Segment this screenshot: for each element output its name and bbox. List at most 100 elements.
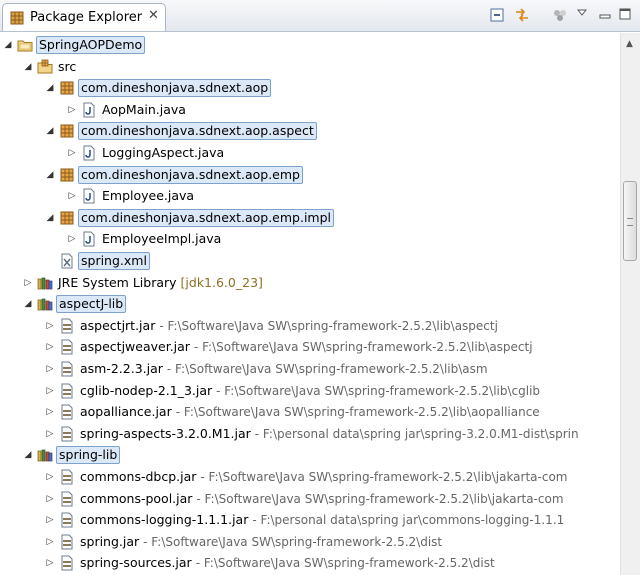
collapsed-twistie-icon[interactable]: ▷	[45, 536, 55, 548]
scrollbar-thumb[interactable]	[623, 181, 637, 261]
item-name: com.dineshonjava.sdnext.aop.emp.impl	[81, 209, 332, 225]
tree-item[interactable]: ▷ spring-aspects-3.2.0.M1.jar - F:\person…	[0, 423, 620, 445]
expanded-twistie-icon[interactable]: ◢	[45, 212, 55, 224]
maximize-icon[interactable]	[618, 7, 632, 24]
tree-item[interactable]: ▷ asm-2.2.3.jar - F:\Software\Java SW\spr…	[0, 358, 620, 380]
collapsed-twistie-icon[interactable]: ▷	[67, 147, 77, 159]
tree-item-label: EmployeeImpl.java	[100, 230, 223, 248]
filters-icon[interactable]	[552, 7, 568, 26]
jar-path: - F:\Software\Java SW\spring-framework-2…	[196, 491, 564, 506]
minimize-icon[interactable]	[598, 7, 612, 24]
collapsed-twistie-icon[interactable]: ▷	[45, 493, 55, 505]
expanded-twistie-icon[interactable]: ◢	[45, 125, 55, 137]
package-explorer-tab[interactable]: Package Explorer ✕	[2, 3, 166, 31]
item-name: spring-sources.jar	[80, 555, 192, 571]
tree-item[interactable]: ▷ AopMain.java	[0, 99, 620, 121]
collapsed-twistie-icon[interactable]: ▷	[45, 471, 55, 483]
tree-item-label: spring-aspects-3.2.0.M1.jar - F:\persona…	[78, 425, 581, 443]
collapsed-twistie-icon[interactable]: ▷	[45, 406, 55, 418]
tree-item[interactable]: ▷ spring.jar - F:\Software\Java SW\spring…	[0, 531, 620, 553]
tree-item[interactable]: ▷ spring-sources.jar - F:\Software\Java S…	[0, 552, 620, 574]
tree-item-label: Employee.java	[100, 187, 196, 205]
view-menu-icon[interactable]	[576, 7, 588, 22]
collapsed-twistie-icon[interactable]: ▷	[45, 385, 55, 397]
tree-item-label: com.dineshonjava.sdnext.aop.emp.impl	[78, 208, 335, 227]
collapsed-twistie-icon[interactable]: ▷	[45, 363, 55, 375]
collapsed-twistie-icon[interactable]: ▷	[67, 233, 77, 245]
collapsed-twistie-icon[interactable]: ▷	[45, 557, 55, 569]
scroll-up-icon[interactable]: ▲	[626, 39, 633, 49]
collapsed-twistie-icon[interactable]: ▷	[45, 428, 55, 440]
java-file-icon	[81, 231, 97, 247]
jar-file-icon	[59, 534, 75, 550]
expanded-twistie-icon[interactable]: ◢	[23, 449, 33, 461]
tree-item[interactable]: ▷ JRE System Library [jdk1.6.0_23]	[0, 272, 620, 294]
tree-item-label: commons-logging-1.1.1.jar - F:\personal …	[78, 511, 566, 529]
tree-item[interactable]: ▷ commons-dbcp.jar - F:\Software\Java SW\…	[0, 466, 620, 488]
tree-item[interactable]: ◢ com.dineshonjava.sdnext.aop	[0, 77, 620, 99]
tree-item[interactable]: spring.xml	[0, 250, 620, 272]
tree-item[interactable]: ▷ commons-logging-1.1.1.jar - F:\personal…	[0, 509, 620, 531]
link-with-editor-icon[interactable]	[514, 7, 530, 26]
tree-item-label: aspectJ-lib	[56, 295, 127, 314]
tree-item[interactable]: ◢ aspectJ-lib	[0, 293, 620, 315]
tree-item[interactable]: ◢ src	[0, 56, 620, 78]
item-name: AopMain.java	[102, 101, 186, 117]
jar-file-icon	[59, 491, 75, 507]
jar-file-icon	[59, 361, 75, 377]
tree-item-label: aopalliance.jar - F:\Software\Java SW\sp…	[78, 403, 542, 421]
jar-path: - F:\Software\Java SW\spring-framework-2…	[193, 340, 533, 355]
close-icon[interactable]: ✕	[148, 8, 159, 23]
expanded-twistie-icon[interactable]: ◢	[45, 169, 55, 181]
tree-item-label: aspectjweaver.jar - F:\Software\Java SW\…	[78, 338, 535, 356]
tree-item[interactable]: ▷ aspectjweaver.jar - F:\Software\Java SW…	[0, 336, 620, 358]
tree-item[interactable]: ▷ aopalliance.jar - F:\Software\Java SW\s…	[0, 401, 620, 423]
tree-item[interactable]: ◢ com.dineshonjava.sdnext.aop.emp.impl	[0, 207, 620, 229]
vertical-scrollbar[interactable]: ▲	[620, 33, 640, 575]
item-name: LoggingAspect.java	[102, 145, 225, 160]
jar-path: - F:\Software\Java SW\spring-framework-2…	[143, 534, 443, 549]
collapsed-twistie-icon[interactable]: ▷	[45, 320, 55, 332]
tree-item[interactable]: ▷ Employee.java	[0, 185, 620, 207]
collapsed-twistie-icon[interactable]: ▷	[67, 190, 77, 202]
collapsed-twistie-icon[interactable]: ▷	[67, 104, 77, 116]
tree-item[interactable]: ▷ cglib-nodep-2.1_3.jar - F:\Software\Jav…	[0, 380, 620, 402]
package-icon	[59, 210, 75, 226]
jar-path: - F:\Software\Java SW\spring-framework-2…	[195, 556, 495, 571]
jar-path: - F:\personal data\spring jar\spring-3.2…	[254, 426, 579, 441]
tree-item[interactable]: ◢ spring-lib	[0, 444, 620, 466]
tree-item[interactable]: ◢ SpringAOPDemo	[0, 34, 620, 56]
tree-item-label: com.dineshonjava.sdnext.aop.emp	[78, 165, 303, 184]
tree-item[interactable]: ▷ LoggingAspect.java	[0, 142, 620, 164]
item-name: spring-lib	[59, 447, 118, 463]
item-name: JRE System Library	[58, 274, 177, 290]
xml-file-icon	[59, 253, 75, 269]
expanded-twistie-icon[interactable]: ◢	[23, 61, 33, 73]
tree-item[interactable]: ◢ com.dineshonjava.sdnext.aop.emp	[0, 164, 620, 186]
jar-file-icon	[59, 339, 75, 355]
source-folder-icon	[37, 59, 53, 75]
tree-item-label: cglib-nodep-2.1_3.jar - F:\Software\Java…	[78, 382, 542, 400]
expanded-twistie-icon[interactable]: ◢	[3, 39, 13, 51]
collapsed-twistie-icon[interactable]: ▷	[45, 514, 55, 526]
jar-file-icon	[59, 426, 75, 442]
item-name: com.dineshonjava.sdnext.aop.emp	[81, 166, 300, 182]
library-icon	[37, 447, 53, 463]
library-version: [jdk1.6.0_23]	[180, 274, 263, 290]
expanded-twistie-icon[interactable]: ◢	[23, 298, 33, 310]
collapse-all-icon[interactable]	[489, 7, 505, 26]
collapsed-twistie-icon[interactable]: ▷	[23, 277, 33, 289]
view-tab-bar: Package Explorer ✕	[0, 0, 640, 32]
tree-item-label: asm-2.2.3.jar - F:\Software\Java SW\spri…	[78, 360, 490, 378]
tree-item[interactable]: ◢ com.dineshonjava.sdnext.aop.aspect	[0, 120, 620, 142]
tree-item[interactable]: ▷ commons-pool.jar - F:\Software\Java SW\…	[0, 488, 620, 510]
collapsed-twistie-icon[interactable]: ▷	[45, 341, 55, 353]
tree-item[interactable]: ▷ aspectjrt.jar - F:\Software\Java SW\spr…	[0, 315, 620, 337]
item-name: Employee.java	[102, 188, 195, 204]
jar-file-icon	[59, 469, 75, 485]
project-icon	[17, 37, 33, 53]
item-name: asm-2.2.3.jar	[80, 361, 163, 376]
item-name: spring-aspects-3.2.0.M1.jar	[80, 425, 251, 441]
expanded-twistie-icon[interactable]: ◢	[45, 82, 55, 94]
tree-item[interactable]: ▷ EmployeeImpl.java	[0, 228, 620, 250]
